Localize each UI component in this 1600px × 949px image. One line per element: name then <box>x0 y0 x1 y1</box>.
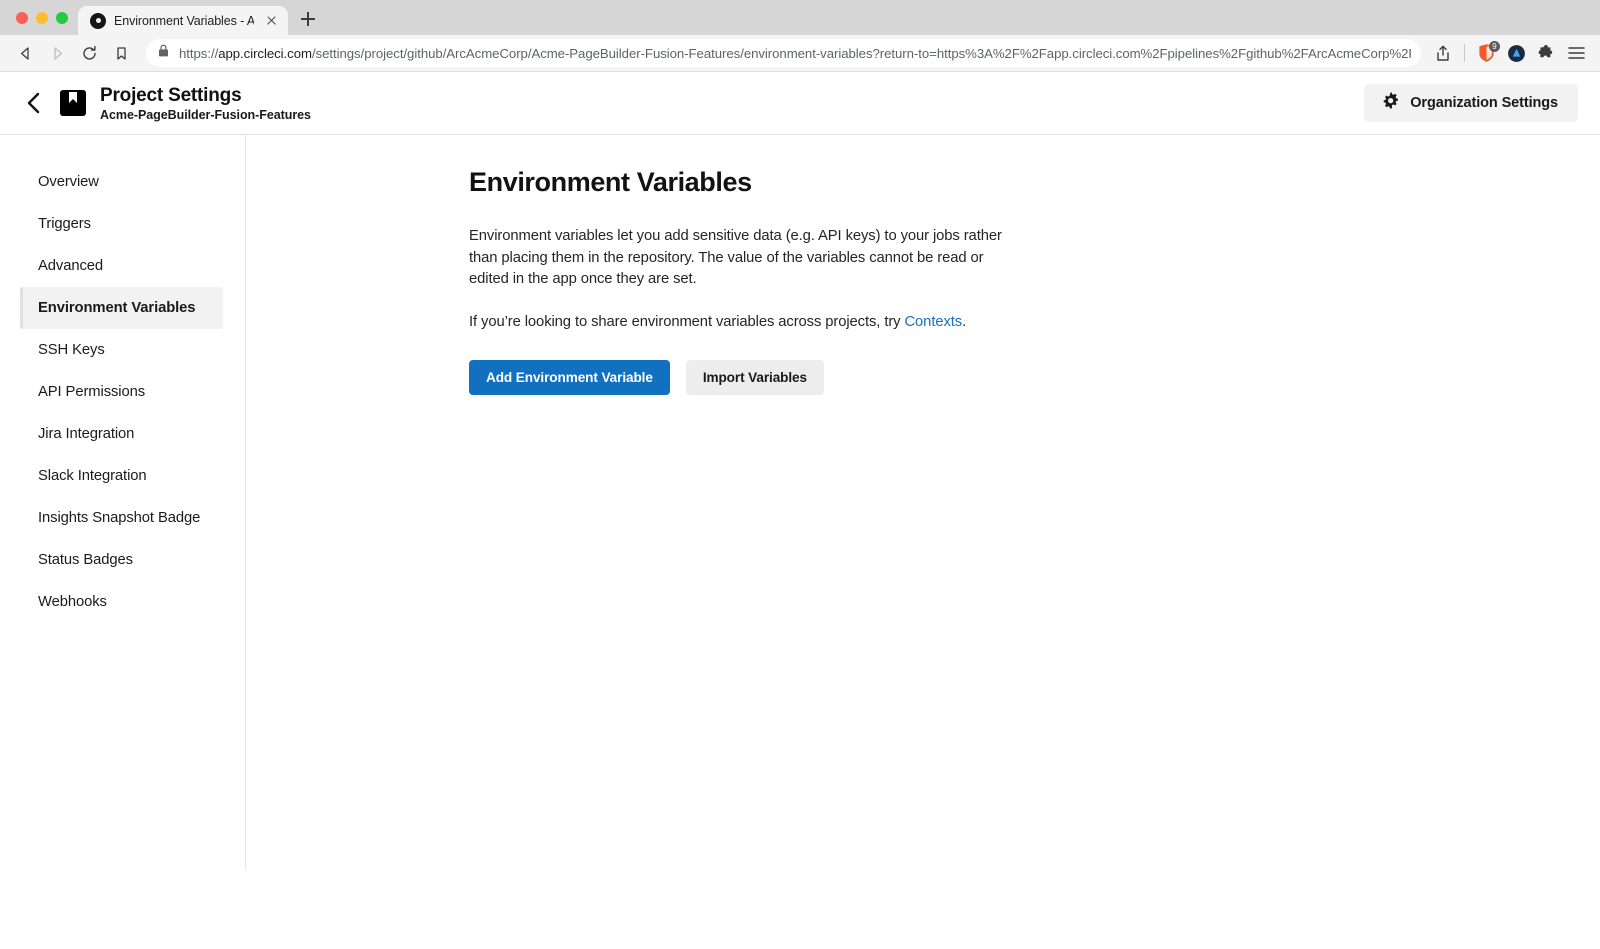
back-arrow-icon[interactable] <box>10 38 40 68</box>
action-button-row: Add Environment Variable Import Variable… <box>469 360 1600 395</box>
browser-window: Environment Variables - Acme- <box>0 0 1600 949</box>
brave-shields-icon[interactable]: 9 <box>1472 39 1500 67</box>
circleci-favicon <box>90 12 106 29</box>
window-close-button[interactable] <box>16 11 28 24</box>
contexts-paragraph: If you’re looking to share environment v… <box>469 312 1022 334</box>
browser-tabstrip: Environment Variables - Acme- <box>0 0 1600 35</box>
sidebar-item-label: SSH Keys <box>38 342 105 358</box>
reload-icon[interactable] <box>74 38 104 68</box>
sidebar-item-advanced[interactable]: Advanced <box>20 245 223 287</box>
brave-rewards-icon[interactable] <box>1502 39 1530 67</box>
page-content: Project Settings Acme-PageBuilder-Fusion… <box>0 72 1600 949</box>
share-icon[interactable] <box>1429 39 1457 67</box>
url-text: https://app.circleci.com/settings/projec… <box>179 45 1411 61</box>
sidebar-item-label: Slack Integration <box>38 468 147 484</box>
shields-badge-count: 9 <box>1489 41 1500 52</box>
sidebar-item-ssh-keys[interactable]: SSH Keys <box>20 329 223 371</box>
sidebar-item-api-permissions[interactable]: API Permissions <box>20 371 223 413</box>
contexts-link[interactable]: Contexts <box>904 314 962 330</box>
contexts-paragraph-suffix: . <box>962 313 967 330</box>
sidebar-item-label: Environment Variables <box>38 300 196 316</box>
organization-settings-label: Organization Settings <box>1410 95 1558 111</box>
app-header: Project Settings Acme-PageBuilder-Fusion… <box>0 72 1600 135</box>
organization-settings-button[interactable]: Organization Settings <box>1364 84 1578 122</box>
sidebar-item-label: Jira Integration <box>38 426 135 442</box>
content-heading: Environment Variables <box>469 167 752 197</box>
sidebar-item-webhooks[interactable]: Webhooks <box>20 581 223 623</box>
sidebar-item-label: Overview <box>38 174 99 190</box>
toolbar-divider <box>1464 44 1465 62</box>
sidebar-item-triggers[interactable]: Triggers <box>20 203 223 245</box>
page-subtitle: Acme-PageBuilder-Fusion-Features <box>100 107 311 122</box>
sidebar-item-label: Advanced <box>38 258 104 274</box>
description-paragraph: Environment variables let you add sensit… <box>469 228 1002 287</box>
new-tab-button[interactable] <box>294 5 322 33</box>
bookmark-icon[interactable] <box>106 38 136 68</box>
puzzle-piece-icon[interactable] <box>1532 39 1560 67</box>
sidebar-item-environment-variables[interactable]: Environment Variables <box>20 287 223 329</box>
sidebar-item-label: Status Badges <box>38 552 133 568</box>
sidebar-item-label: Webhooks <box>38 594 107 610</box>
browser-toolbar: https://app.circleci.com/settings/projec… <box>0 35 1600 72</box>
add-environment-variable-button[interactable]: Add Environment Variable <box>469 360 670 395</box>
window-minimize-button[interactable] <box>36 11 48 24</box>
page-title-block: Project Settings Acme-PageBuilder-Fusion… <box>100 85 311 122</box>
forward-arrow-icon[interactable] <box>42 38 72 68</box>
chevron-left-icon[interactable] <box>18 87 50 119</box>
browser-tab-title: Environment Variables - Acme- <box>114 13 254 28</box>
sidebar-item-label: Insights Snapshot Badge <box>38 510 201 526</box>
gear-icon <box>1382 92 1399 114</box>
sidebar-item-status-badges[interactable]: Status Badges <box>20 539 223 581</box>
settings-sidebar: Overview Triggers Advanced Environment V… <box>0 135 246 870</box>
hamburger-menu-icon[interactable] <box>1562 39 1590 67</box>
import-variables-button[interactable]: Import Variables <box>685 360 824 395</box>
contexts-paragraph-prefix: If you’re looking to share environment v… <box>469 313 905 330</box>
sidebar-item-label: API Permissions <box>38 384 146 400</box>
page-title: Project Settings <box>100 84 242 106</box>
sidebar-item-slack-integration[interactable]: Slack Integration <box>20 455 223 497</box>
sidebar-item-jira-integration[interactable]: Jira Integration <box>20 413 223 455</box>
lock-icon <box>158 44 170 62</box>
url-bar[interactable]: https://app.circleci.com/settings/projec… <box>146 39 1421 67</box>
sidebar-item-label: Triggers <box>38 216 91 232</box>
browser-tab-active[interactable]: Environment Variables - Acme- <box>78 6 288 35</box>
close-icon[interactable] <box>262 12 280 30</box>
window-traffic-lights <box>12 0 78 35</box>
main-content: Environment Variables Environment variab… <box>246 135 1600 949</box>
body-area: Overview Triggers Advanced Environment V… <box>0 135 1600 949</box>
window-maximize-button[interactable] <box>56 11 68 24</box>
sidebar-item-insights-snapshot-badge[interactable]: Insights Snapshot Badge <box>20 497 223 539</box>
sidebar-item-overview[interactable]: Overview <box>20 161 223 203</box>
project-bookmark-icon <box>60 90 86 116</box>
